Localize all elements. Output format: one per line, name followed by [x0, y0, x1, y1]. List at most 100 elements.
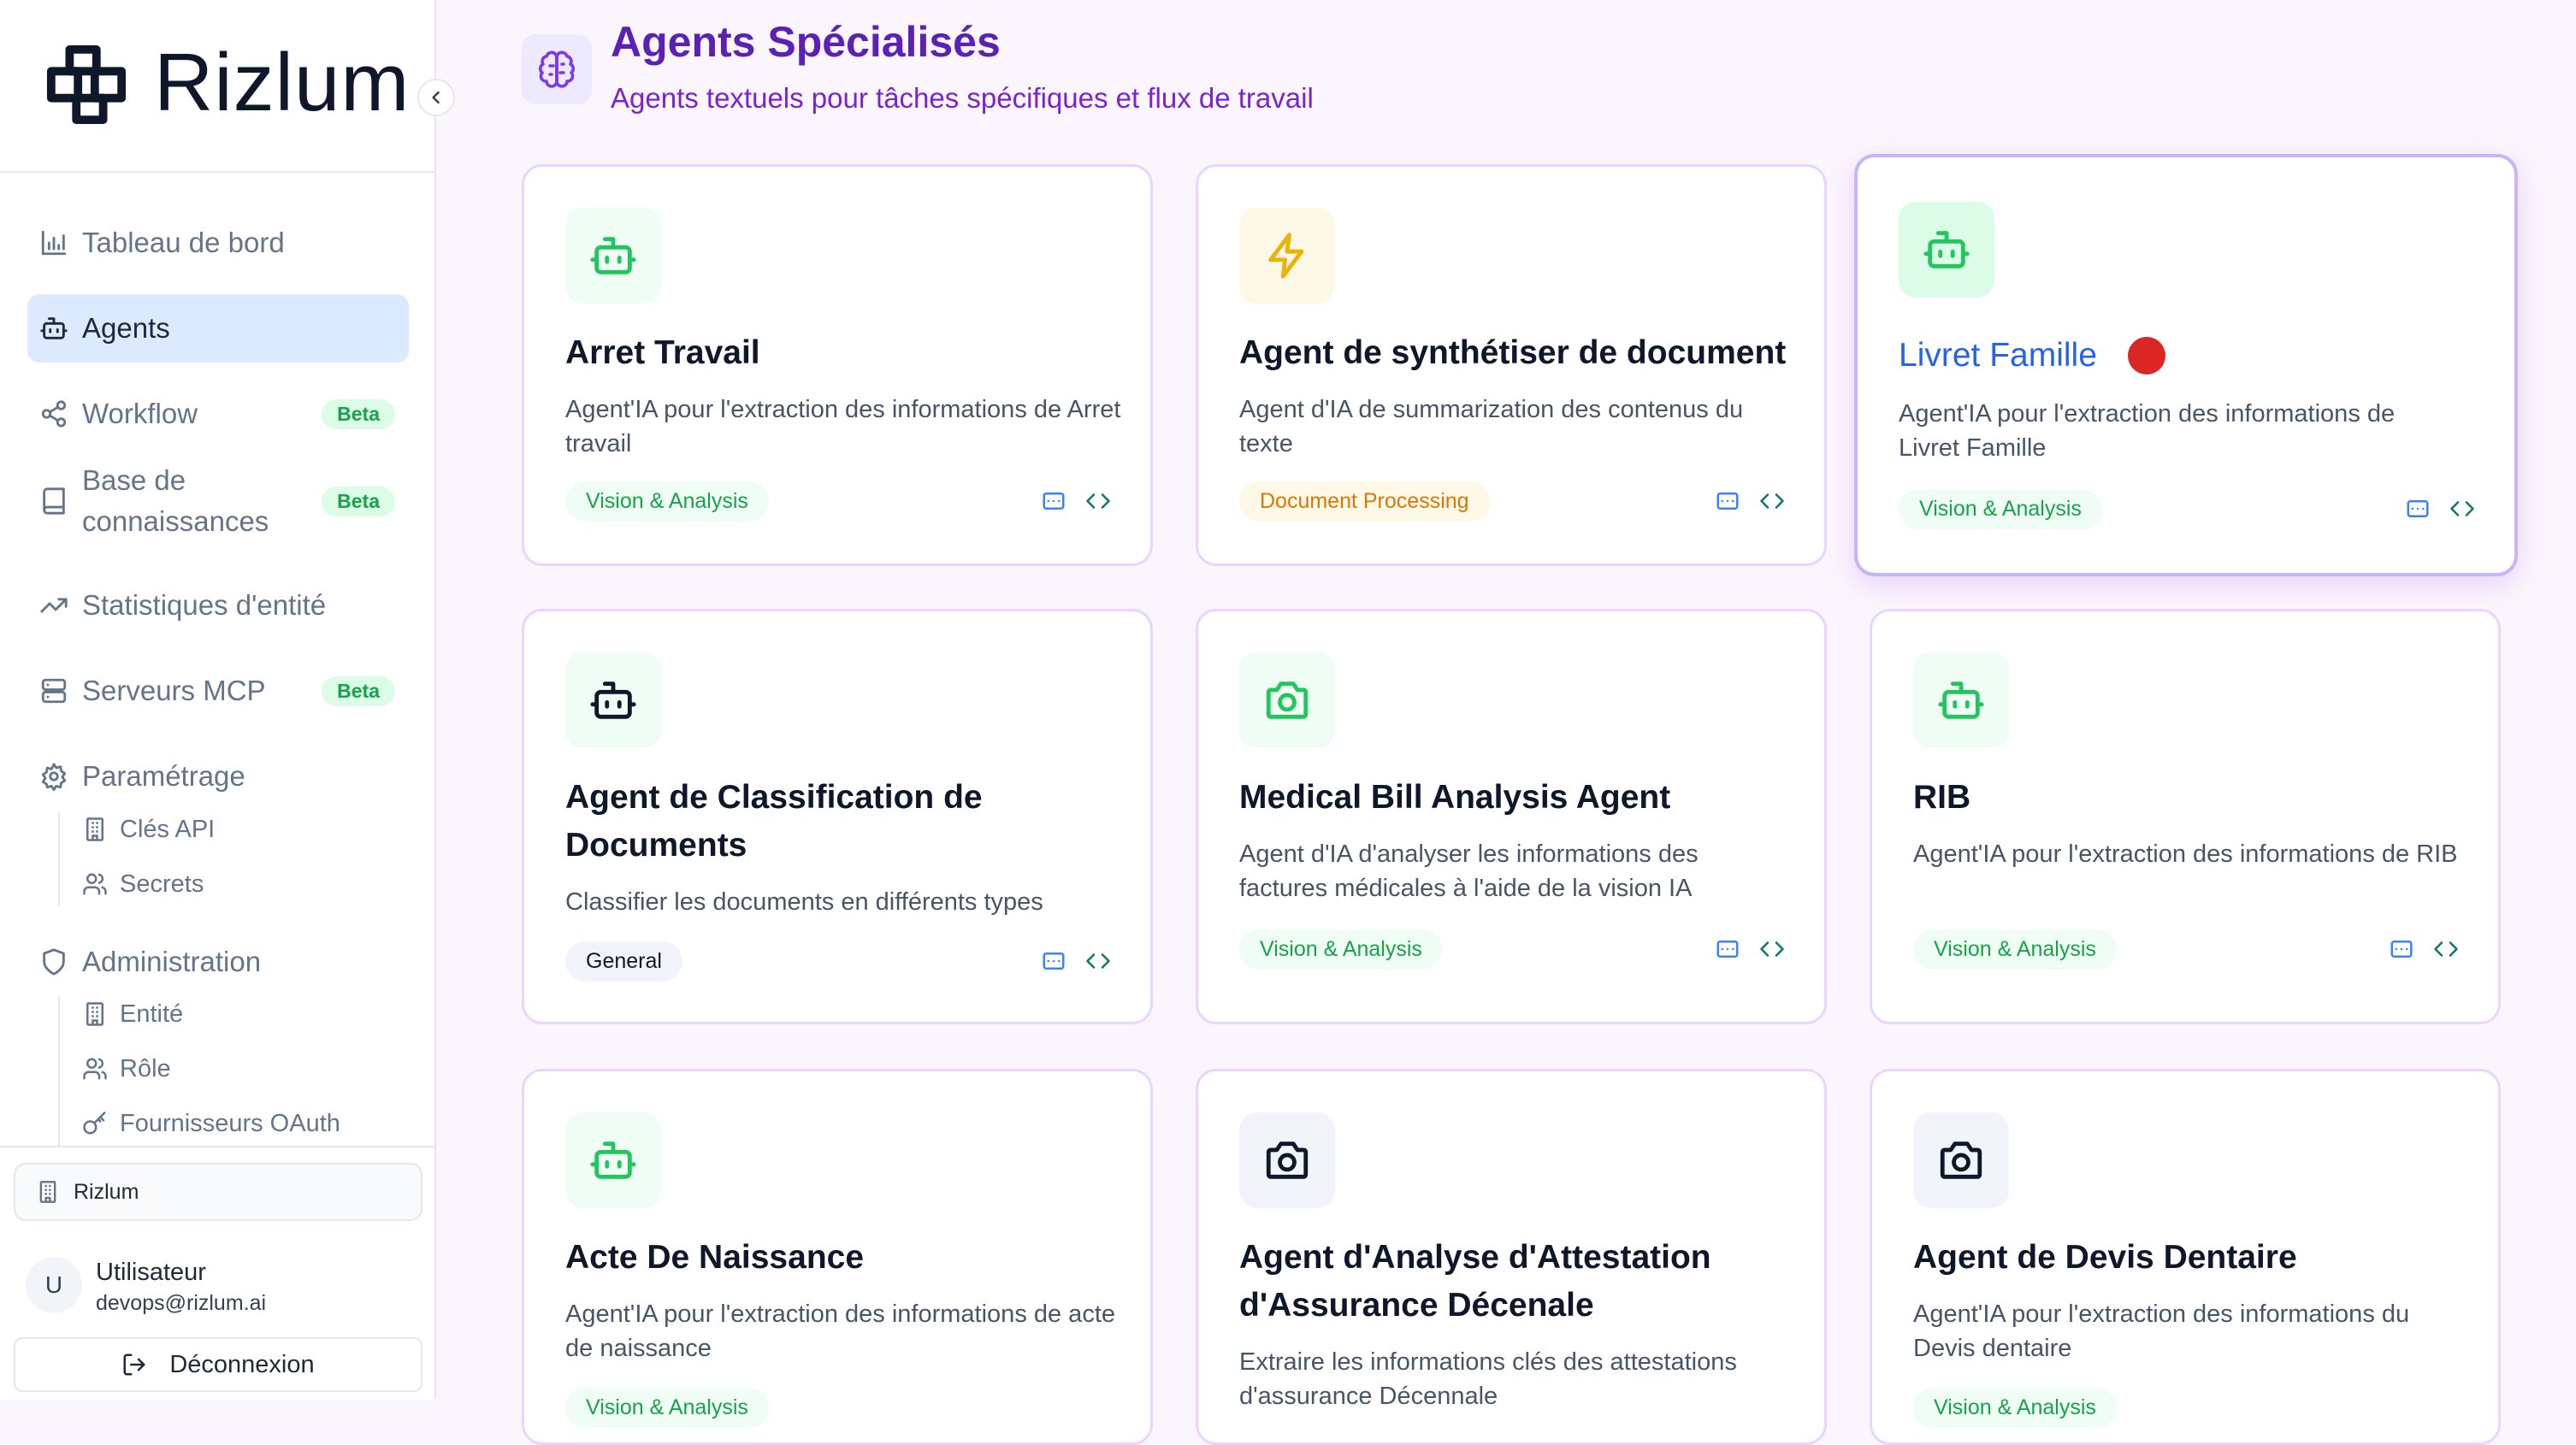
card-title[interactable]: Livret Famille [1899, 332, 2097, 380]
terminal-icon[interactable] [2405, 496, 2431, 522]
code-icon[interactable] [1759, 936, 1785, 962]
card-title: Agent d'Analyse d'Attestation d'Assuranc… [1239, 1239, 1711, 1324]
card-actions [1041, 488, 1111, 514]
code-icon[interactable] [1759, 488, 1785, 514]
sidebar-item-mcp-servers[interactable]: Serveurs MCP Beta [27, 657, 409, 725]
bot-icon [1938, 681, 1984, 719]
card-description: Extraire les informations clés des attes… [1239, 1348, 1737, 1410]
agent-card[interactable]: Agent de Devis Dentaire Agent'IA pour l'… [1870, 1069, 2501, 1445]
server-icon [41, 678, 67, 704]
page-subtitle: Agents textuels pour tâches spécifiques … [611, 82, 1314, 114]
card-title: Acte De Naissance [565, 1239, 865, 1276]
logout-icon [123, 1354, 145, 1376]
sidebar-subitem-label: Entité [120, 1000, 184, 1028]
bot-icon [590, 681, 636, 719]
sidebar-item-label: Agents [82, 312, 170, 344]
building-icon [39, 1181, 56, 1203]
agent-card[interactable]: Agent de Classification de Documents Cla… [522, 609, 1153, 1024]
submenu-line [58, 997, 60, 1146]
sidebar-subitem-label: Clés API [120, 815, 216, 843]
logout-label: Déconnexion [169, 1350, 315, 1378]
avatar: U [26, 1257, 82, 1313]
card-actions [1041, 948, 1111, 974]
sidebar-item-workflow[interactable]: Workflow Beta [27, 380, 409, 448]
sidebar-subitem-oauth-providers[interactable]: Fournisseurs OAuth [82, 1100, 340, 1146]
category-tag: Document Processing [1239, 481, 1490, 522]
terminal-icon[interactable] [1715, 488, 1740, 514]
card-description: Agent'IA pour l'extraction des informati… [1913, 1300, 2410, 1362]
code-icon[interactable] [1085, 948, 1111, 974]
sidebar-item-label: Base de connaissances [82, 464, 269, 537]
code-icon[interactable] [1085, 488, 1111, 514]
lightning-icon [1268, 233, 1304, 279]
card-title: Agent de Classification de Documents [565, 779, 983, 864]
book-icon [43, 487, 65, 515]
terminal-icon[interactable] [1041, 488, 1066, 514]
card-title: Arret Travail [565, 334, 760, 371]
category-tag: Vision & Analysis [1913, 929, 2117, 970]
agent-card[interactable]: Arret Travail Agent'IA pour l'extraction… [522, 164, 1153, 566]
brain-icon [538, 50, 576, 88]
terminal-icon[interactable] [2389, 936, 2414, 962]
terminal-icon[interactable] [1715, 936, 1740, 962]
card-icon-box [565, 1112, 661, 1208]
code-icon[interactable] [2449, 496, 2475, 522]
brand-logo-icon [46, 44, 127, 125]
card-description: Agent'IA pour l'extraction des informati… [565, 1300, 1115, 1362]
sidebar-item-dashboard[interactable]: Tableau de bord [27, 209, 409, 277]
users-icon [83, 873, 107, 895]
sidebar-nav: Tableau de bord Agents Workflow Beta Bas… [0, 197, 434, 1146]
category-tag: General [565, 941, 682, 982]
agent-card[interactable]: Agent de synthétiser de document Agent d… [1196, 164, 1827, 566]
camera-icon [1266, 681, 1309, 719]
sidebar-subitem-entity[interactable]: Entité [82, 990, 183, 1038]
beta-badge: Beta [322, 398, 395, 429]
page-title: Agents Spécialisés [611, 18, 1001, 66]
sidebar-item-label: Workflow [82, 398, 198, 429]
sidebar-subitem-api-keys[interactable]: Clés API [82, 805, 215, 853]
main-content: Agents Spécialisés Agents textuels pour … [467, 0, 2576, 1445]
card-icon-box [565, 652, 661, 748]
terminal-icon[interactable] [1041, 948, 1066, 974]
sidebar-item-label: Administration [82, 946, 262, 977]
brand-name: Rizlum [154, 37, 411, 128]
sidebar-subitem-label: Rôle [120, 1054, 171, 1082]
agent-card[interactable]: Acte De Naissance Agent'IA pour l'extrac… [522, 1069, 1153, 1445]
bot-icon [1923, 231, 1970, 268]
status-indicator [2128, 337, 2165, 375]
organization-switcher[interactable]: Rizlum [14, 1163, 422, 1221]
collapse-sidebar-button[interactable] [417, 79, 455, 116]
sidebar-subitem-label: Fournisseurs OAuth [120, 1109, 340, 1137]
header-icon-box [522, 34, 592, 104]
code-icon[interactable] [2433, 936, 2459, 962]
card-actions [1715, 488, 1785, 514]
card-description: Agent d'IA d'analyser les informations d… [1239, 840, 1699, 902]
building-icon [86, 817, 103, 841]
sidebar-item-entity-stats[interactable]: Statistiques d'entité [27, 571, 409, 640]
sidebar-item-agents[interactable]: Agents [27, 294, 409, 363]
card-icon-box [1899, 202, 1994, 298]
sidebar-item-knowledge-base[interactable]: Base de connaissances Beta [27, 453, 409, 549]
card-icon-box [1239, 208, 1335, 304]
agent-card[interactable]: Agent d'Analyse d'Attestation d'Assuranc… [1196, 1069, 1827, 1445]
card-title: Medical Bill Analysis Agent [1239, 779, 1671, 816]
sidebar: Rizlum Tableau de bord Agents Workflow B… [0, 0, 455, 1401]
card-icon-box [1913, 652, 2009, 748]
card-title: Agent de Devis Dentaire [1913, 1239, 2297, 1276]
agent-card[interactable]: Medical Bill Analysis Agent Agent d'IA d… [1196, 609, 1827, 1024]
category-tag: Vision & Analysis [1899, 489, 2102, 529]
sidebar-subitem-secrets[interactable]: Secrets [82, 860, 204, 908]
card-actions [1715, 936, 1785, 962]
agent-card[interactable]: RIB Agent'IA pour l'extraction des infor… [1870, 609, 2501, 1024]
sidebar-subitem-role[interactable]: Rôle [82, 1045, 171, 1093]
sidebar-item-settings[interactable]: Paramétrage [27, 742, 409, 811]
agent-card-hovered[interactable]: Livret Famille Agent'IA pour l'extractio… [1854, 154, 2518, 576]
share-icon [41, 400, 67, 428]
user-email: devops@rizlum.ai [96, 1291, 267, 1315]
bot-icon [590, 1141, 636, 1179]
sidebar-item-administration[interactable]: Administration [27, 928, 409, 996]
logout-button[interactable]: Déconnexion [14, 1337, 422, 1392]
sidebar-footer: Rizlum U Utilisateur devops@rizlum.ai Dé… [0, 1146, 434, 1401]
key-icon [83, 1112, 106, 1135]
category-tag: Vision & Analysis [1239, 929, 1443, 970]
